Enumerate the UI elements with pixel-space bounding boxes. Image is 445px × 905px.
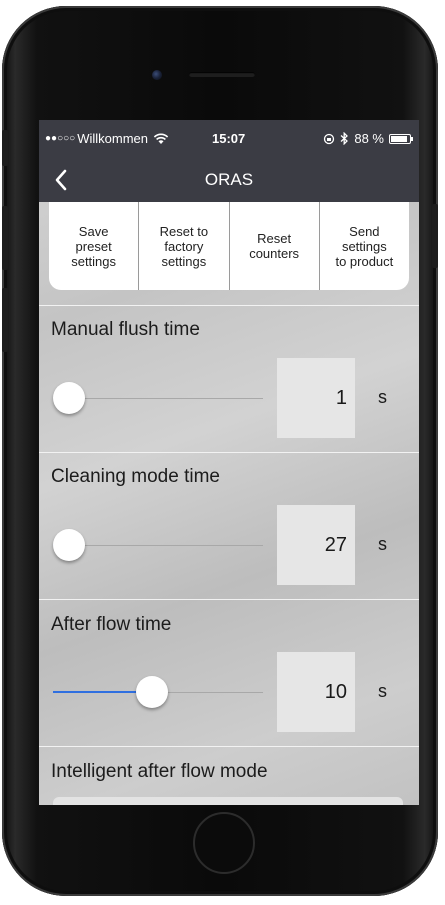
section-divider (39, 452, 419, 453)
cleaning-mode-value[interactable]: 27 (277, 505, 355, 585)
clock: 15:07 (212, 131, 246, 146)
power-button (432, 204, 438, 268)
bluetooth-icon (340, 132, 349, 145)
phone-frame: ●●○○○ Willkommen 15:07 88 % ORAS Save pr… (2, 6, 438, 896)
carrier-info: ●●○○○ Willkommen (45, 131, 169, 146)
section-divider (39, 305, 419, 306)
volume-up-button (2, 206, 8, 270)
front-camera (152, 70, 162, 80)
navigation-bar: ORAS (39, 158, 419, 202)
section-divider (39, 746, 419, 747)
after-flow-slider-thumb[interactable] (135, 676, 168, 708)
intelligent-after-flow-title: Intelligent after flow mode (51, 761, 268, 782)
battery-icon (389, 133, 413, 144)
cleaning-mode-title: Cleaning mode time (51, 466, 220, 487)
volume-down-button (2, 288, 8, 352)
reset-factory-settings-button[interactable]: Reset to factory settings (139, 202, 230, 290)
manual-flush-unit: s (378, 387, 387, 407)
mute-switch (2, 130, 8, 166)
status-indicators: 88 % (323, 131, 413, 146)
carrier-name: Willkommen (77, 131, 148, 146)
battery-tip (411, 136, 413, 141)
manual-flush-slider-thumb[interactable] (53, 382, 85, 414)
save-preset-settings-button[interactable]: Save preset settings (49, 202, 140, 290)
page-title: ORAS (204, 170, 254, 189)
intelligent-after-flow-control[interactable] (53, 797, 403, 805)
battery-percent: 88 % (354, 131, 384, 146)
cleaning-mode-slider-thumb[interactable] (53, 529, 85, 561)
orientation-lock-icon (324, 133, 335, 144)
manual-flush-title: Manual flush time (51, 319, 200, 340)
wifi-icon (153, 133, 169, 144)
signal-strength-icon: ●●○○○ (45, 133, 76, 144)
battery-level (391, 135, 407, 142)
after-flow-title: After flow time (51, 614, 172, 635)
reset-counters-button[interactable]: Reset counters (230, 202, 320, 290)
app-screen: ●●○○○ Willkommen 15:07 88 % ORAS Save pr… (39, 120, 419, 805)
send-settings-button[interactable]: Send settings to product (320, 202, 409, 290)
home-button[interactable] (193, 812, 255, 874)
manual-flush-value[interactable]: 1 (277, 358, 355, 438)
action-toolbar: Save preset settings Reset to factory se… (49, 202, 409, 290)
status-bar: ●●○○○ Willkommen 15:07 88 % (39, 120, 419, 158)
section-divider (39, 599, 419, 600)
earpiece-speaker (189, 72, 255, 77)
after-flow-value[interactable]: 10 (277, 652, 355, 732)
cleaning-mode-unit: s (378, 534, 387, 554)
after-flow-unit: s (378, 681, 387, 701)
